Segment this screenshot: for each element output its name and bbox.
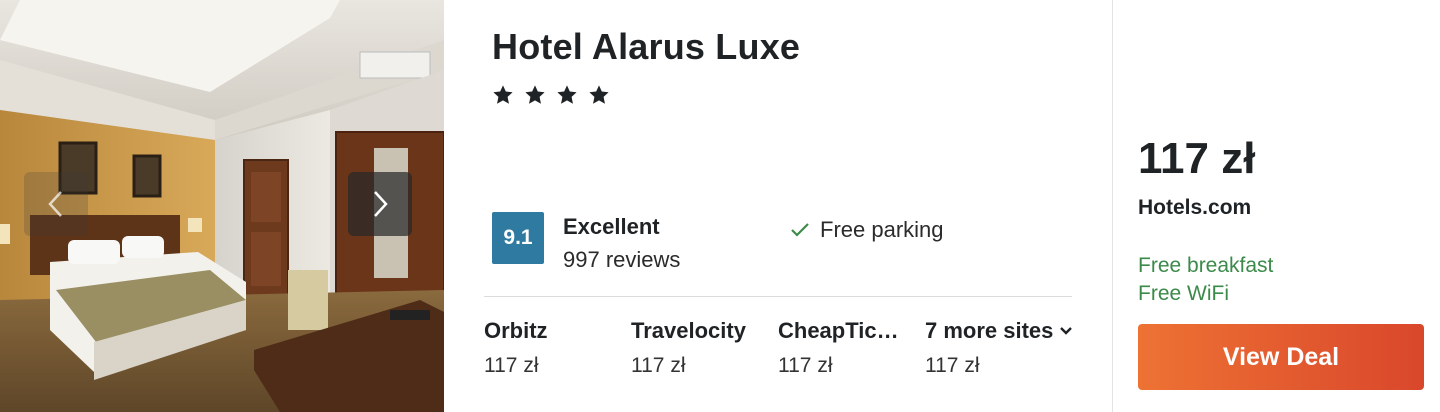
star-icon <box>493 85 513 104</box>
chevron-down-icon <box>1060 327 1073 335</box>
provider-name: Travelocity <box>631 318 746 343</box>
star-icon <box>525 85 545 104</box>
provider-price[interactable]: Orbitz 117 zł <box>484 318 624 378</box>
provider-name: Orbitz <box>484 318 548 343</box>
hotel-name[interactable]: Hotel Alarus Luxe <box>492 26 800 68</box>
hotel-room-photo[interactable] <box>0 0 444 412</box>
deal-site-name: Hotels.com <box>1138 196 1252 219</box>
view-deal-button[interactable]: View Deal <box>1138 324 1424 390</box>
deal-perk: Free breakfast <box>1138 254 1274 277</box>
star-icon <box>589 85 609 104</box>
star-icon <box>557 85 577 104</box>
provider-price-value: 117 zł <box>631 354 686 377</box>
more-sites-price: 117 zł <box>925 354 980 377</box>
review-score-label: Excellent <box>563 214 660 239</box>
provider-price[interactable]: CheapTic… 117 zł <box>778 318 918 378</box>
next-photo-button[interactable] <box>348 172 412 236</box>
deal-perk: Free WiFi <box>1138 282 1229 305</box>
deal-panel: 117 zł Hotels.com Free breakfast Free Wi… <box>1113 0 1440 412</box>
provider-name: CheapTic… <box>778 318 899 343</box>
more-sites-label: 7 more sites <box>925 318 1054 343</box>
chevron-right-icon <box>374 191 388 217</box>
amenity-item: Free parking <box>790 217 944 243</box>
more-sites-toggle[interactable]: 7 more sites <box>925 318 1100 344</box>
chevron-left-icon <box>48 191 62 217</box>
review-count[interactable]: 997 reviews <box>563 247 680 273</box>
provider-price-value: 117 zł <box>778 354 833 377</box>
deal-price: 117 zł <box>1138 134 1256 183</box>
review-score-badge: 9.1 <box>492 212 544 264</box>
amenity-label: Free parking <box>820 217 944 242</box>
provider-price[interactable]: Travelocity 117 zł <box>631 318 771 378</box>
checkmark-icon <box>791 223 809 237</box>
hotel-info-panel: Hotel Alarus Luxe 9.1 Excellent 997 revi… <box>444 0 1112 412</box>
previous-photo-button[interactable] <box>24 172 88 236</box>
star-rating <box>492 84 610 106</box>
divider <box>484 296 1072 297</box>
provider-price-value: 117 zł <box>484 354 539 377</box>
more-sites-dropdown[interactable]: 7 more sites 117 zł <box>925 318 1100 378</box>
